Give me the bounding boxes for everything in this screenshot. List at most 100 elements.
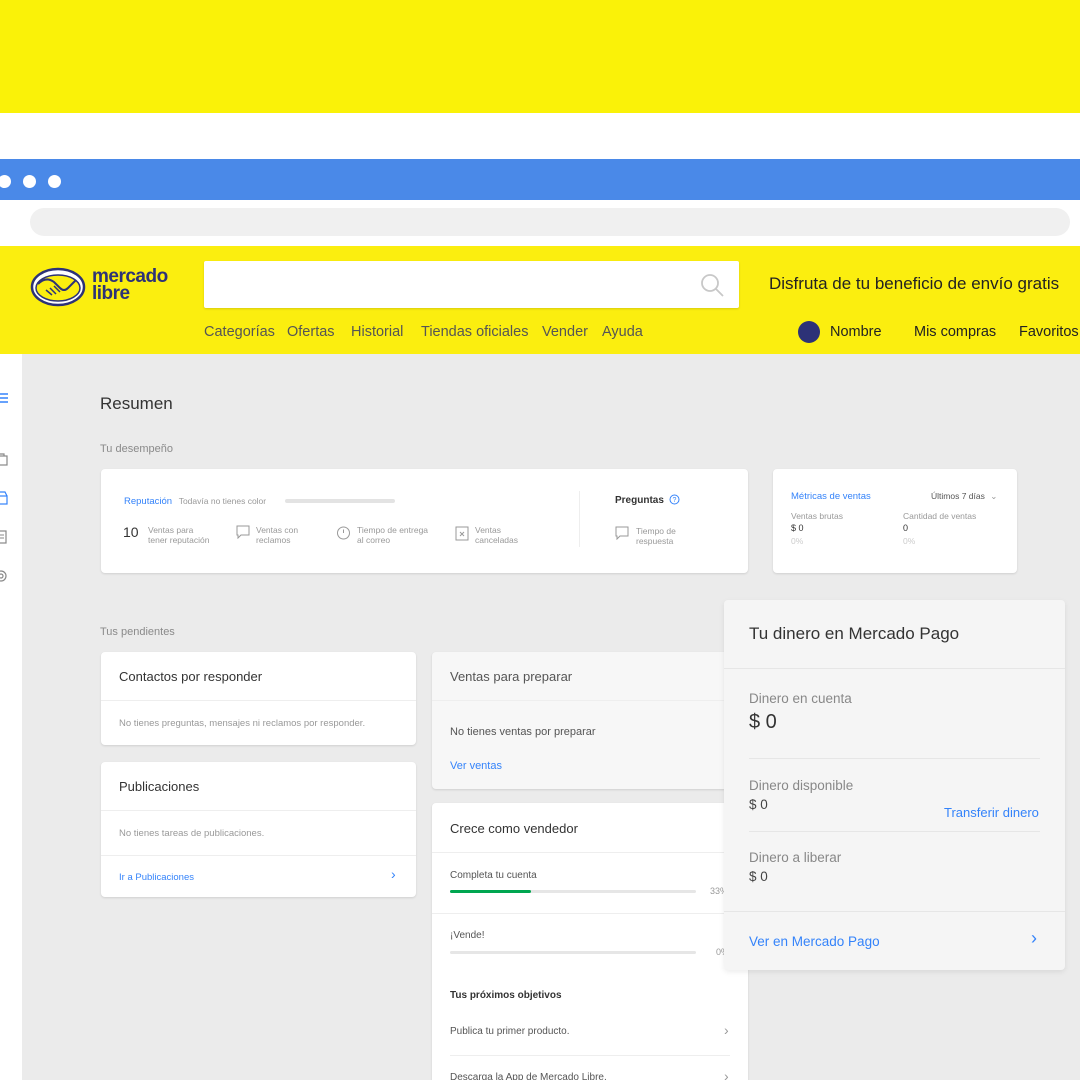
response-text: Tiempo de respuesta [636,526,676,546]
sales-qty-value: 0 [903,523,909,533]
contacts-card: Contactos por responder No tienes pregun… [101,652,416,745]
delivery-line1: Tiempo de entrega [357,525,429,535]
response-chat-icon [615,526,629,540]
window-minimize-dot[interactable] [23,175,36,188]
chevron-right-icon[interactable]: › [724,1068,729,1080]
sidebar [0,354,22,1080]
browser-address-area [0,200,1080,246]
cancel-box-icon [455,526,469,541]
mercadolibre-logo[interactable]: mercado libre [30,264,190,310]
delivery-text: Tiempo de entrega al correo [357,525,428,545]
metrics-title[interactable]: Métricas de ventas [791,491,871,502]
contacts-empty-message: No tienes preguntas, mensajes ni reclamo… [119,718,366,729]
reputation-count: 10 [123,524,139,540]
reputation-title[interactable]: Reputación [124,496,172,507]
response-line2: respuesta [636,536,674,546]
sales-qty-label: Cantidad de ventas [903,511,977,521]
publications-title: Publicaciones [119,779,200,794]
complete-account-label[interactable]: Completa tu cuenta [450,870,537,881]
browser-titlebar [0,159,1080,200]
sell-label[interactable]: ¡Vende! [450,930,484,941]
count-text-line1: Ventas para [148,525,194,535]
complete-account-progress [450,890,696,893]
store-icon[interactable] [0,491,8,505]
period-select[interactable]: Últimos 7 días ⌄ [931,491,997,502]
delivery-line2: al correo [357,535,391,545]
cancel-text: Ventas canceladas [475,525,518,545]
nav-ofertas[interactable]: Ofertas [287,324,335,340]
top-yellow-band [0,0,1080,113]
go-to-publications-link[interactable]: Ir a Publicaciones [119,872,194,883]
count-text-line2: tener reputación [148,535,210,545]
reputation-header: Reputación Todavía no tienes color [124,496,266,507]
grow-seller-card: Crece como vendedor Completa tu cuenta 3… [432,803,748,1080]
cancel-line2: canceladas [475,535,519,545]
reputation-subtitle: Todavía no tienes color [178,496,267,506]
card-divider [450,1055,730,1056]
card-divider [432,913,748,914]
favorites-link[interactable]: Favoritos [1019,324,1079,340]
shipping-promo[interactable]: Disfruta de tu beneficio de envío gratis [769,274,1059,294]
card-divider [432,700,748,701]
chevron-right-icon[interactable]: › [1031,928,1037,949]
available-money-value: $ 0 [749,797,768,812]
help-icon[interactable]: ? [669,494,680,505]
menu-icon[interactable] [0,391,8,405]
chat-icon [236,525,250,539]
claims-text: Ventas con reclamos [256,525,298,545]
pending-section-label: Tus pendientes [100,626,175,638]
available-money-label: Dinero disponible [749,778,854,793]
bag-icon[interactable] [0,452,8,466]
chevron-right-icon[interactable]: › [724,1022,729,1038]
money-to-release-value: $ 0 [749,869,768,884]
reputation-card: Reputación Todavía no tienes color 10 Ve… [101,469,748,573]
nav-historial[interactable]: Historial [351,324,403,340]
goal-publish-first-product[interactable]: Publica tu primer producto. [450,1026,570,1037]
logo-line-2: libre [92,283,130,304]
document-icon[interactable] [0,530,8,544]
account-balance-label: Dinero en cuenta [749,691,852,706]
window-close-dot[interactable] [0,175,11,188]
gross-sales-pct: 0% [791,536,804,546]
goal-download-app[interactable]: Descarga la App de Mercado Libre. [450,1072,607,1080]
user-name-link[interactable]: Nombre [830,324,882,340]
sales-qty-pct: 0% [903,536,916,546]
questions-title: Preguntas [615,495,664,506]
avatar[interactable] [798,321,820,343]
card-divider [101,700,416,701]
sales-metrics-card: Métricas de ventas Últimos 7 días ⌄ Vent… [773,469,1017,573]
my-purchases-link[interactable]: Mis compras [914,324,996,340]
search-icon[interactable] [699,272,725,298]
nav-categorias[interactable]: Categorías [204,324,275,340]
money-to-release-label: Dinero a liberar [749,850,842,865]
card-divider [749,758,1040,759]
card-divider [101,855,416,856]
transfer-money-link[interactable]: Transferir dinero [944,805,1039,820]
handshake-logo-icon [30,267,86,307]
mercado-pago-money-card: Tu dinero en Mercado Pago Dinero en cuen… [724,600,1065,970]
response-line1: Tiempo de [636,526,676,536]
view-sales-link[interactable]: Ver ventas [450,760,502,772]
chevron-right-icon[interactable]: › [391,866,396,882]
complete-account-progress-fill [450,890,532,893]
period-label: Últimos 7 días [931,491,985,501]
cancel-line1: Ventas [475,525,501,535]
search-input[interactable] [204,261,739,308]
money-card-title: Tu dinero en Mercado Pago [749,624,960,643]
claims-line1: Ventas con [256,525,299,535]
view-in-mercado-pago-link[interactable]: Ver en Mercado Pago [749,934,880,949]
address-bar[interactable] [30,208,1070,236]
account-balance-value: $ 0 [749,711,777,733]
logo-wordmark: mercado libre [92,267,168,304]
gear-icon[interactable] [0,569,8,583]
site-header: mercado libre Disfruta de tu beneficio d… [0,246,1080,354]
card-divider [579,491,580,547]
window-maximize-dot[interactable] [48,175,61,188]
gross-sales-value: $ 0 [791,523,804,533]
chevron-down-icon: ⌄ [990,491,998,501]
nav-ayuda[interactable]: Ayuda [602,324,643,340]
nav-tiendas-oficiales[interactable]: Tiendas oficiales [421,324,528,340]
sell-progress [450,951,696,954]
nav-vender[interactable]: Vender [542,324,588,340]
sales-to-prepare-empty: No tienes ventas por preparar [450,726,596,738]
